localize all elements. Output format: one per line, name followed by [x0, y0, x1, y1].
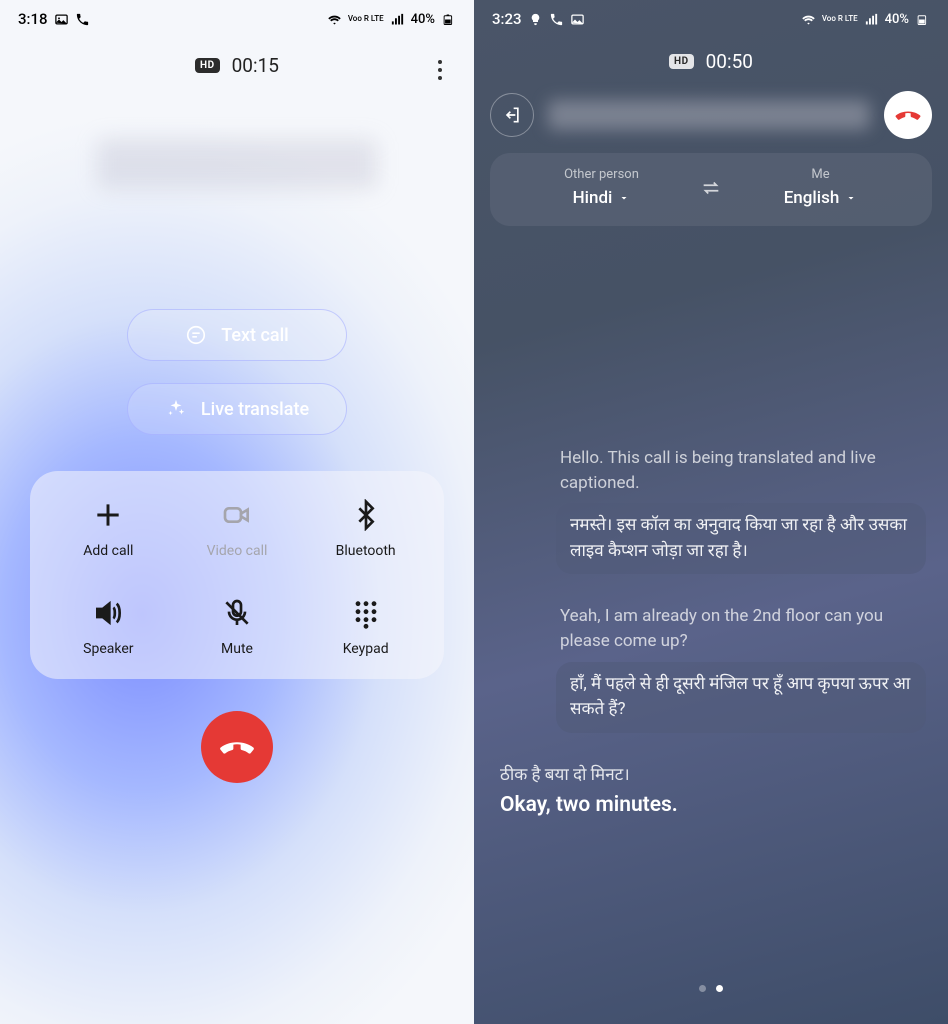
signal-icon — [390, 12, 405, 27]
plus-icon — [90, 497, 126, 533]
message-original: Yeah, I am already on the 2nd floor can … — [556, 604, 926, 661]
speaker-label: Speaker — [83, 641, 133, 657]
call-header: HD 00:50 — [474, 32, 948, 85]
sparkle-icon — [165, 398, 187, 420]
image-icon — [570, 12, 585, 27]
call-timer: 00:50 — [706, 50, 753, 73]
battery-icon — [441, 12, 456, 27]
keypad-label: Keypad — [343, 641, 389, 657]
status-battery: 40% — [885, 12, 909, 27]
phone-icon — [549, 12, 564, 27]
text-call-button[interactable]: Text call — [127, 309, 347, 361]
keypad-button[interactable]: Keypad — [301, 595, 430, 657]
hangup-icon — [218, 728, 256, 766]
message-original: Hello. This call is being translated and… — [556, 446, 926, 503]
page-dot-active — [716, 985, 723, 992]
chat-icon — [185, 324, 207, 346]
mute-label: Mute — [221, 641, 253, 657]
bluetooth-icon — [348, 497, 384, 533]
swap-languages-button[interactable] — [695, 177, 727, 199]
wifi-icon — [801, 12, 816, 27]
call-header: HD 00:15 — [0, 32, 474, 99]
battery-icon — [915, 12, 930, 27]
my-language-selector[interactable]: Me English — [727, 167, 914, 208]
mute-icon — [219, 595, 255, 631]
chevron-down-icon — [618, 192, 630, 204]
video-call-label: Video call — [207, 543, 268, 559]
text-call-label: Text call — [221, 325, 289, 346]
status-time: 3:18 — [18, 10, 48, 28]
message-translated: हाँ, मैं पहले से ही दूसरी मंजिल पर हूँ आ… — [556, 662, 926, 733]
bulb-icon — [528, 12, 543, 27]
translate-screen: 3:23 Voo R LTE 40% HD 00:50 Other person — [474, 0, 948, 1024]
status-bar: 3:18 Voo R LTE 40% — [0, 0, 474, 32]
my-language-value: English — [784, 188, 840, 208]
hangup-icon — [894, 101, 922, 129]
call-timer: 00:15 — [232, 54, 279, 77]
add-call-label: Add call — [83, 543, 133, 559]
live-translate-label: Live translate — [201, 399, 309, 420]
status-lte: Voo R LTE — [822, 15, 858, 23]
hd-badge: HD — [669, 54, 694, 69]
bluetooth-button[interactable]: Bluetooth — [301, 497, 430, 559]
other-language-label: Other person — [564, 167, 639, 182]
language-panel: Other person Hindi Me English — [490, 153, 932, 226]
status-time: 3:23 — [492, 10, 522, 28]
contact-name-blurred — [97, 139, 377, 189]
status-lte: Voo R LTE — [348, 15, 384, 23]
exit-icon — [502, 105, 522, 125]
status-battery: 40% — [411, 12, 435, 27]
video-icon — [219, 497, 255, 533]
live-translate-button[interactable]: Live translate — [127, 383, 347, 435]
translate-top-bar — [490, 91, 932, 139]
message-translated: Okay, two minutes. — [500, 793, 678, 817]
contact-name-blurred — [548, 100, 870, 130]
keypad-icon — [348, 595, 384, 631]
image-icon — [54, 12, 69, 27]
other-language-value: Hindi — [573, 188, 613, 208]
message-translated: नमस्ते। इस कॉल का अनुवाद किया जा रहा है … — [556, 503, 926, 574]
collapse-button[interactable] — [490, 93, 534, 137]
speaker-icon — [90, 595, 126, 631]
page-dot — [699, 985, 706, 992]
signal-icon — [864, 12, 879, 27]
phone-icon — [75, 12, 90, 27]
mute-button[interactable]: Mute — [173, 595, 302, 657]
end-call-button[interactable] — [884, 91, 932, 139]
other-language-selector[interactable]: Other person Hindi — [508, 167, 695, 208]
chevron-down-icon — [845, 192, 857, 204]
message-original: ठीक है बया दो मिनट। — [500, 763, 678, 794]
page-indicator[interactable] — [474, 985, 948, 992]
actions-tray: Add call Video call Bluetooth Speaker Mu… — [30, 471, 444, 679]
outgoing-message: ठीक है बया दो मिनट। Okay, two minutes. — [496, 763, 678, 818]
bluetooth-label: Bluetooth — [336, 543, 396, 559]
add-call-button[interactable]: Add call — [44, 497, 173, 559]
wifi-icon — [327, 12, 342, 27]
end-call-button[interactable] — [201, 711, 273, 783]
speaker-button[interactable]: Speaker — [44, 595, 173, 657]
my-language-label: Me — [811, 167, 829, 182]
swap-icon — [700, 177, 722, 199]
call-screen: 3:18 Voo R LTE 40% HD 00:15 Text call Li… — [0, 0, 474, 1024]
status-bar: 3:23 Voo R LTE 40% — [474, 0, 948, 32]
incoming-message: Hello. This call is being translated and… — [556, 446, 926, 574]
incoming-message: Yeah, I am already on the 2nd floor can … — [556, 604, 926, 732]
conversation: Hello. This call is being translated and… — [474, 226, 948, 817]
more-menu-button[interactable] — [432, 54, 448, 86]
hd-badge: HD — [195, 58, 220, 73]
video-call-button[interactable]: Video call — [173, 497, 302, 559]
